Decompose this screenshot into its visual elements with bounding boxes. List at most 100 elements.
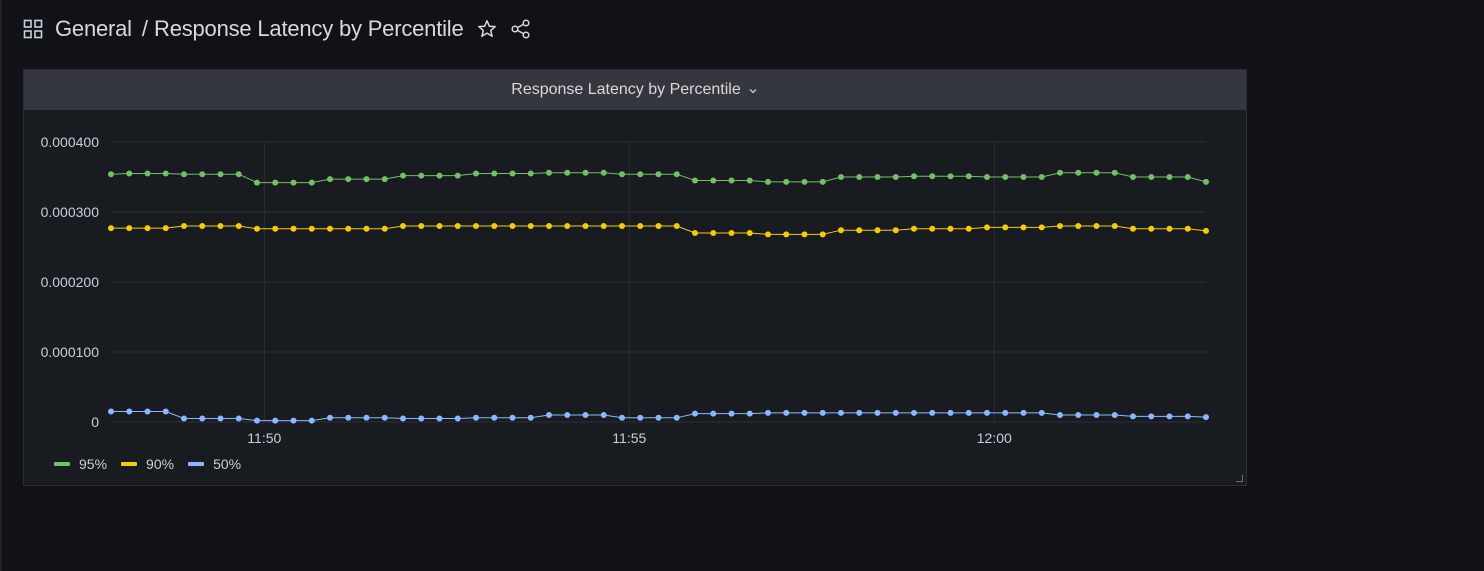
data-point[interactable] <box>400 172 406 179</box>
data-point[interactable] <box>728 230 735 236</box>
data-point[interactable] <box>217 415 224 422</box>
data-point[interactable] <box>783 231 790 238</box>
data-point[interactable] <box>838 409 844 416</box>
data-point[interactable] <box>527 414 534 421</box>
legend-item[interactable]: 50% <box>188 456 241 472</box>
data-point[interactable] <box>673 414 680 421</box>
data-point[interactable] <box>819 231 826 238</box>
data-point[interactable] <box>509 223 516 229</box>
data-point[interactable] <box>1020 174 1027 180</box>
data-point[interactable] <box>290 179 297 186</box>
data-point[interactable] <box>345 225 352 232</box>
data-point[interactable] <box>637 223 644 229</box>
data-point[interactable] <box>1203 414 1209 421</box>
data-point[interactable] <box>600 412 607 418</box>
data-point[interactable] <box>1148 174 1155 180</box>
data-point[interactable] <box>108 408 114 415</box>
data-point[interactable] <box>1075 223 1082 229</box>
data-point[interactable] <box>1184 174 1191 180</box>
data-point[interactable] <box>308 225 315 232</box>
data-point[interactable] <box>126 170 133 177</box>
data-point[interactable] <box>819 178 826 185</box>
data-point[interactable] <box>838 227 844 234</box>
data-point[interactable] <box>1111 223 1118 229</box>
panel-title[interactable]: Response Latency by Percentile <box>511 81 740 99</box>
data-point[interactable] <box>509 414 516 421</box>
data-point[interactable] <box>1075 412 1082 418</box>
star-icon[interactable] <box>476 18 498 40</box>
data-point[interactable] <box>673 223 680 229</box>
data-point[interactable] <box>984 224 990 231</box>
data-point[interactable] <box>527 170 534 177</box>
data-point[interactable] <box>1020 409 1027 416</box>
data-point[interactable] <box>1038 174 1045 180</box>
data-point[interactable] <box>1184 413 1191 420</box>
data-point[interactable] <box>947 409 954 416</box>
data-point[interactable] <box>783 178 790 185</box>
data-point[interactable] <box>126 225 133 232</box>
data-point[interactable] <box>801 231 808 238</box>
data-point[interactable] <box>473 223 479 229</box>
data-point[interactable] <box>929 409 936 416</box>
data-point[interactable] <box>144 408 151 415</box>
data-point[interactable] <box>235 415 242 422</box>
data-point[interactable] <box>473 170 479 177</box>
data-point[interactable] <box>728 410 735 417</box>
data-point[interactable] <box>436 223 443 229</box>
data-point[interactable] <box>1057 223 1063 229</box>
data-point[interactable] <box>673 171 680 178</box>
data-point[interactable] <box>582 223 589 229</box>
data-point[interactable] <box>400 223 406 229</box>
breadcrumb-folder[interactable]: General <box>55 16 132 42</box>
data-point[interactable] <box>162 170 169 177</box>
data-point[interactable] <box>345 176 352 183</box>
data-point[interactable] <box>984 409 990 416</box>
data-point[interactable] <box>1166 225 1173 232</box>
data-point[interactable] <box>801 178 808 185</box>
data-point[interactable] <box>1148 413 1155 420</box>
panel-header[interactable]: Response Latency by Percentile <box>24 70 1246 110</box>
data-point[interactable] <box>381 414 388 421</box>
data-point[interactable] <box>619 171 625 178</box>
data-point[interactable] <box>692 410 698 417</box>
data-point[interactable] <box>363 176 370 183</box>
data-point[interactable] <box>144 170 151 177</box>
legend-item[interactable]: 95% <box>54 456 107 472</box>
page-title[interactable]: Response Latency by Percentile <box>154 16 464 42</box>
data-point[interactable] <box>746 410 753 417</box>
data-point[interactable] <box>765 231 771 238</box>
data-point[interactable] <box>874 227 881 234</box>
data-point[interactable] <box>582 169 589 176</box>
data-point[interactable] <box>199 223 206 229</box>
data-point[interactable] <box>856 227 863 234</box>
data-point[interactable] <box>181 223 187 229</box>
data-point[interactable] <box>1203 178 1209 185</box>
data-point[interactable] <box>418 415 425 422</box>
data-point[interactable] <box>600 223 607 229</box>
data-point[interactable] <box>290 417 297 424</box>
chevron-down-icon[interactable] <box>747 84 759 96</box>
apps-grid-icon[interactable] <box>23 19 43 39</box>
data-point[interactable] <box>436 415 443 422</box>
data-point[interactable] <box>1002 174 1009 180</box>
data-point[interactable] <box>819 409 826 416</box>
data-point[interactable] <box>491 223 498 229</box>
data-point[interactable] <box>381 225 388 232</box>
data-point[interactable] <box>655 171 662 178</box>
data-point[interactable] <box>199 171 206 178</box>
share-icon[interactable] <box>510 18 532 40</box>
data-point[interactable] <box>491 170 498 177</box>
data-point[interactable] <box>363 225 370 232</box>
data-point[interactable] <box>984 174 990 180</box>
data-point[interactable] <box>1130 225 1136 232</box>
latency-chart[interactable]: 0.000400 0.000300 0.000200 0.000100 0 11:50 11… <box>24 110 1246 450</box>
data-point[interactable] <box>308 179 315 186</box>
data-point[interactable] <box>217 171 224 178</box>
data-point[interactable] <box>892 409 899 416</box>
data-point[interactable] <box>235 223 242 229</box>
data-point[interactable] <box>911 173 917 180</box>
data-point[interactable] <box>619 414 625 421</box>
data-point[interactable] <box>254 225 260 232</box>
data-point[interactable] <box>929 173 936 180</box>
data-point[interactable] <box>619 223 625 229</box>
